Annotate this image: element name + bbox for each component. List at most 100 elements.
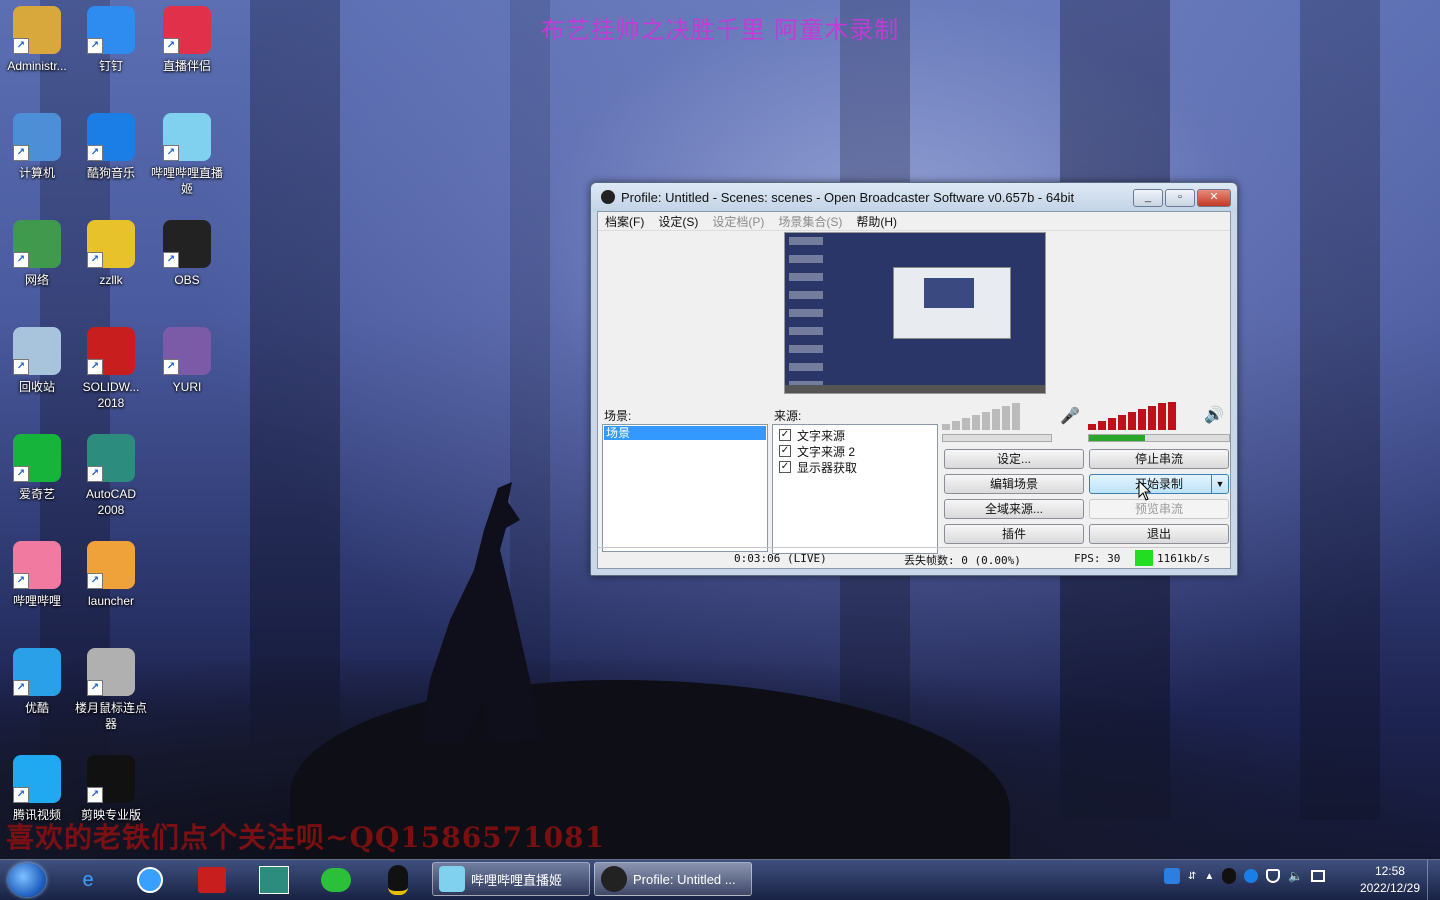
desktop-icon[interactable]: ↗ AutoCAD 2008 (74, 434, 148, 518)
task-label: Profile: Untitled ... (633, 871, 736, 887)
obs-client-area: 档案(F) 设定(S) 设定档(P) 场景集合(S) 帮助(H) 场景: 来源:… (597, 211, 1231, 569)
stop-stream-button[interactable]: 停止串流 (1089, 449, 1229, 469)
desktop-icon[interactable]: ↗ 回收站 (0, 327, 74, 395)
source-item[interactable]: ✓ 文字来源 2 (773, 443, 937, 459)
desktop-icon[interactable]: ↗ 哔哩哔哩 (0, 541, 74, 609)
taskbar-item-obs[interactable]: Profile: Untitled ... (594, 862, 752, 896)
obs-titlebar[interactable]: Profile: Untitled - Scenes: scenes - Ope… (591, 183, 1237, 211)
settings-button[interactable]: 设定... (944, 449, 1084, 469)
desktop-icon[interactable]: ↗ 哔哩哔哩直播姬 (150, 113, 224, 197)
chevron-up-icon[interactable]: ▲ (1204, 871, 1214, 882)
desktop-volume-slider[interactable] (1088, 402, 1178, 430)
preview-desktop-icons (789, 237, 823, 387)
desktop-icon[interactable]: ↗ 直播伴侣 (150, 6, 224, 74)
shortcut-arrow-icon: ↗ (13, 145, 29, 161)
desktop-icon[interactable]: ↗ YURI (150, 327, 224, 395)
microphone-icon[interactable]: 🎤 (1060, 406, 1080, 426)
desktop-icon-label: 钉钉 (98, 59, 123, 73)
obs-icon (601, 866, 627, 892)
volume-icon[interactable]: 🔈 (1288, 869, 1303, 883)
shortcut-arrow-icon: ↗ (87, 252, 103, 268)
menu-scene-collection[interactable]: 场景集合(S) (771, 212, 849, 230)
ie-icon[interactable]: e (70, 864, 106, 896)
shortcut-arrow-icon: ↗ (163, 359, 179, 375)
capcut-icon: ↗ (87, 755, 135, 803)
source-item[interactable]: ✓ 文字来源 (773, 427, 937, 443)
shield-icon[interactable] (1266, 869, 1281, 883)
dropped-frames: 丢失帧数: 0 (0.00%) (904, 554, 1021, 567)
edit-scene-button[interactable]: 编辑场景 (944, 474, 1084, 494)
qq-icon[interactable] (380, 864, 416, 896)
desktop-icon-label: YURI (172, 380, 202, 394)
show-desktop-button[interactable] (1427, 860, 1440, 900)
desktop-icon[interactable]: ↗ 钉钉 (74, 6, 148, 74)
desktop-icon[interactable]: ↗ 网络 (0, 220, 74, 288)
desktop-icon-label: AutoCAD 2008 (85, 487, 137, 517)
desktop-icon-label: 剪映专业版 (80, 808, 141, 822)
desktop-icon-label: zzllk (99, 273, 123, 287)
qq-tray-icon[interactable] (1222, 868, 1237, 884)
clock[interactable]: 12:58 2022/12/29 (1360, 863, 1420, 897)
menu-profiles[interactable]: 设定档(P) (705, 212, 771, 230)
menu-help[interactable]: 帮助(H) (849, 212, 904, 230)
desktop-icon-label: 酷狗音乐 (86, 166, 135, 180)
desktop-icon[interactable]: ↗ OBS (150, 220, 224, 288)
desktop-icon[interactable]: ↗ 酷狗音乐 (74, 113, 148, 181)
checkbox-checked-icon[interactable]: ✓ (779, 461, 791, 473)
sources-label: 来源: (774, 409, 802, 423)
shortcut-arrow-icon: ↗ (13, 787, 29, 803)
sources-list[interactable]: ✓ 文字来源 ✓ 文字来源 2 ✓ 显示器获取 (772, 424, 938, 554)
preview-taskbar (785, 385, 1045, 393)
desktop-icon[interactable]: ↗ 优酷 (0, 648, 74, 716)
wechat-icon[interactable] (318, 864, 354, 896)
desktop-icon[interactable]: ↗ zzllk (74, 220, 148, 288)
clock-date: 2022/12/29 (1359, 881, 1420, 895)
scene-item[interactable]: 场景 (604, 426, 766, 440)
menu-settings[interactable]: 设定(S) (651, 212, 705, 230)
desktop-icon[interactable]: ↗ 腾讯视频 (0, 755, 74, 823)
taskbar-item-bilibili-live[interactable]: 哔哩哔哩直播姬 (432, 862, 590, 896)
speaker-icon[interactable]: 🔊 (1204, 405, 1224, 425)
preview-stream-button[interactable]: 预览串流 (1089, 499, 1229, 519)
source-item[interactable]: ✓ 显示器获取 (773, 459, 937, 475)
solidworks-icon[interactable] (194, 864, 230, 896)
checkbox-checked-icon[interactable]: ✓ (779, 445, 791, 457)
display-tray-icon[interactable] (1311, 870, 1326, 882)
autocad-icon[interactable] (256, 864, 292, 896)
checkbox-checked-icon[interactable]: ✓ (779, 429, 791, 441)
desktop-icon[interactable]: ↗ Administr... (0, 6, 74, 74)
desktop-icon[interactable]: ↗ SOLIDW... 2018 (74, 327, 148, 411)
start-button[interactable] (8, 863, 46, 897)
search-icon[interactable] (132, 864, 168, 896)
start-record-button[interactable]: 开始录制 ▼ (1089, 474, 1229, 494)
plugins-button[interactable]: 插件 (944, 524, 1084, 544)
scenes-list[interactable]: 场景 (602, 424, 768, 552)
youku-icon: ↗ (13, 648, 61, 696)
maximize-button[interactable]: ▫ (1165, 189, 1195, 207)
dropdown-arrow-icon[interactable]: ▼ (1211, 475, 1228, 493)
close-button[interactable]: ✕ (1197, 189, 1231, 207)
desktop-icon[interactable]: ↗ 剪映专业版 (74, 755, 148, 823)
minimize-button[interactable]: _ (1133, 189, 1163, 207)
desktop-icon[interactable]: ↗ 爱奇艺 (0, 434, 74, 502)
desktop-icon[interactable]: ↗ 计算机 (0, 113, 74, 181)
desktop-icon[interactable]: ↗ launcher (74, 541, 148, 609)
desktop-icon-label: 网络 (24, 273, 49, 287)
launcher-icon: ↗ (87, 541, 135, 589)
bilibili-icon: ↗ (13, 541, 61, 589)
zzllk-icon: ↗ (87, 220, 135, 268)
kugou-tray-icon[interactable] (1244, 869, 1259, 883)
obs-icon: ↗ (163, 220, 211, 268)
search-tray-icon[interactable] (1164, 868, 1180, 884)
desktop-icon-label: 回收站 (18, 380, 55, 394)
exit-button[interactable]: 退出 (1089, 524, 1229, 544)
iqiyi-icon: ↗ (13, 434, 61, 482)
network-tray-icon[interactable]: ⇵ (1188, 871, 1196, 882)
menu-profile[interactable]: 档案(F) (598, 212, 651, 230)
desktop-icon[interactable]: ↗ 楼月鼠标连点器 (74, 648, 148, 732)
mic-volume-slider[interactable] (942, 402, 1022, 430)
bilibili-live-icon: ↗ (163, 113, 211, 161)
network-icon: ↗ (13, 220, 61, 268)
desktop-icon-label: Administr... (7, 59, 67, 73)
global-sources-button[interactable]: 全域来源... (944, 499, 1084, 519)
